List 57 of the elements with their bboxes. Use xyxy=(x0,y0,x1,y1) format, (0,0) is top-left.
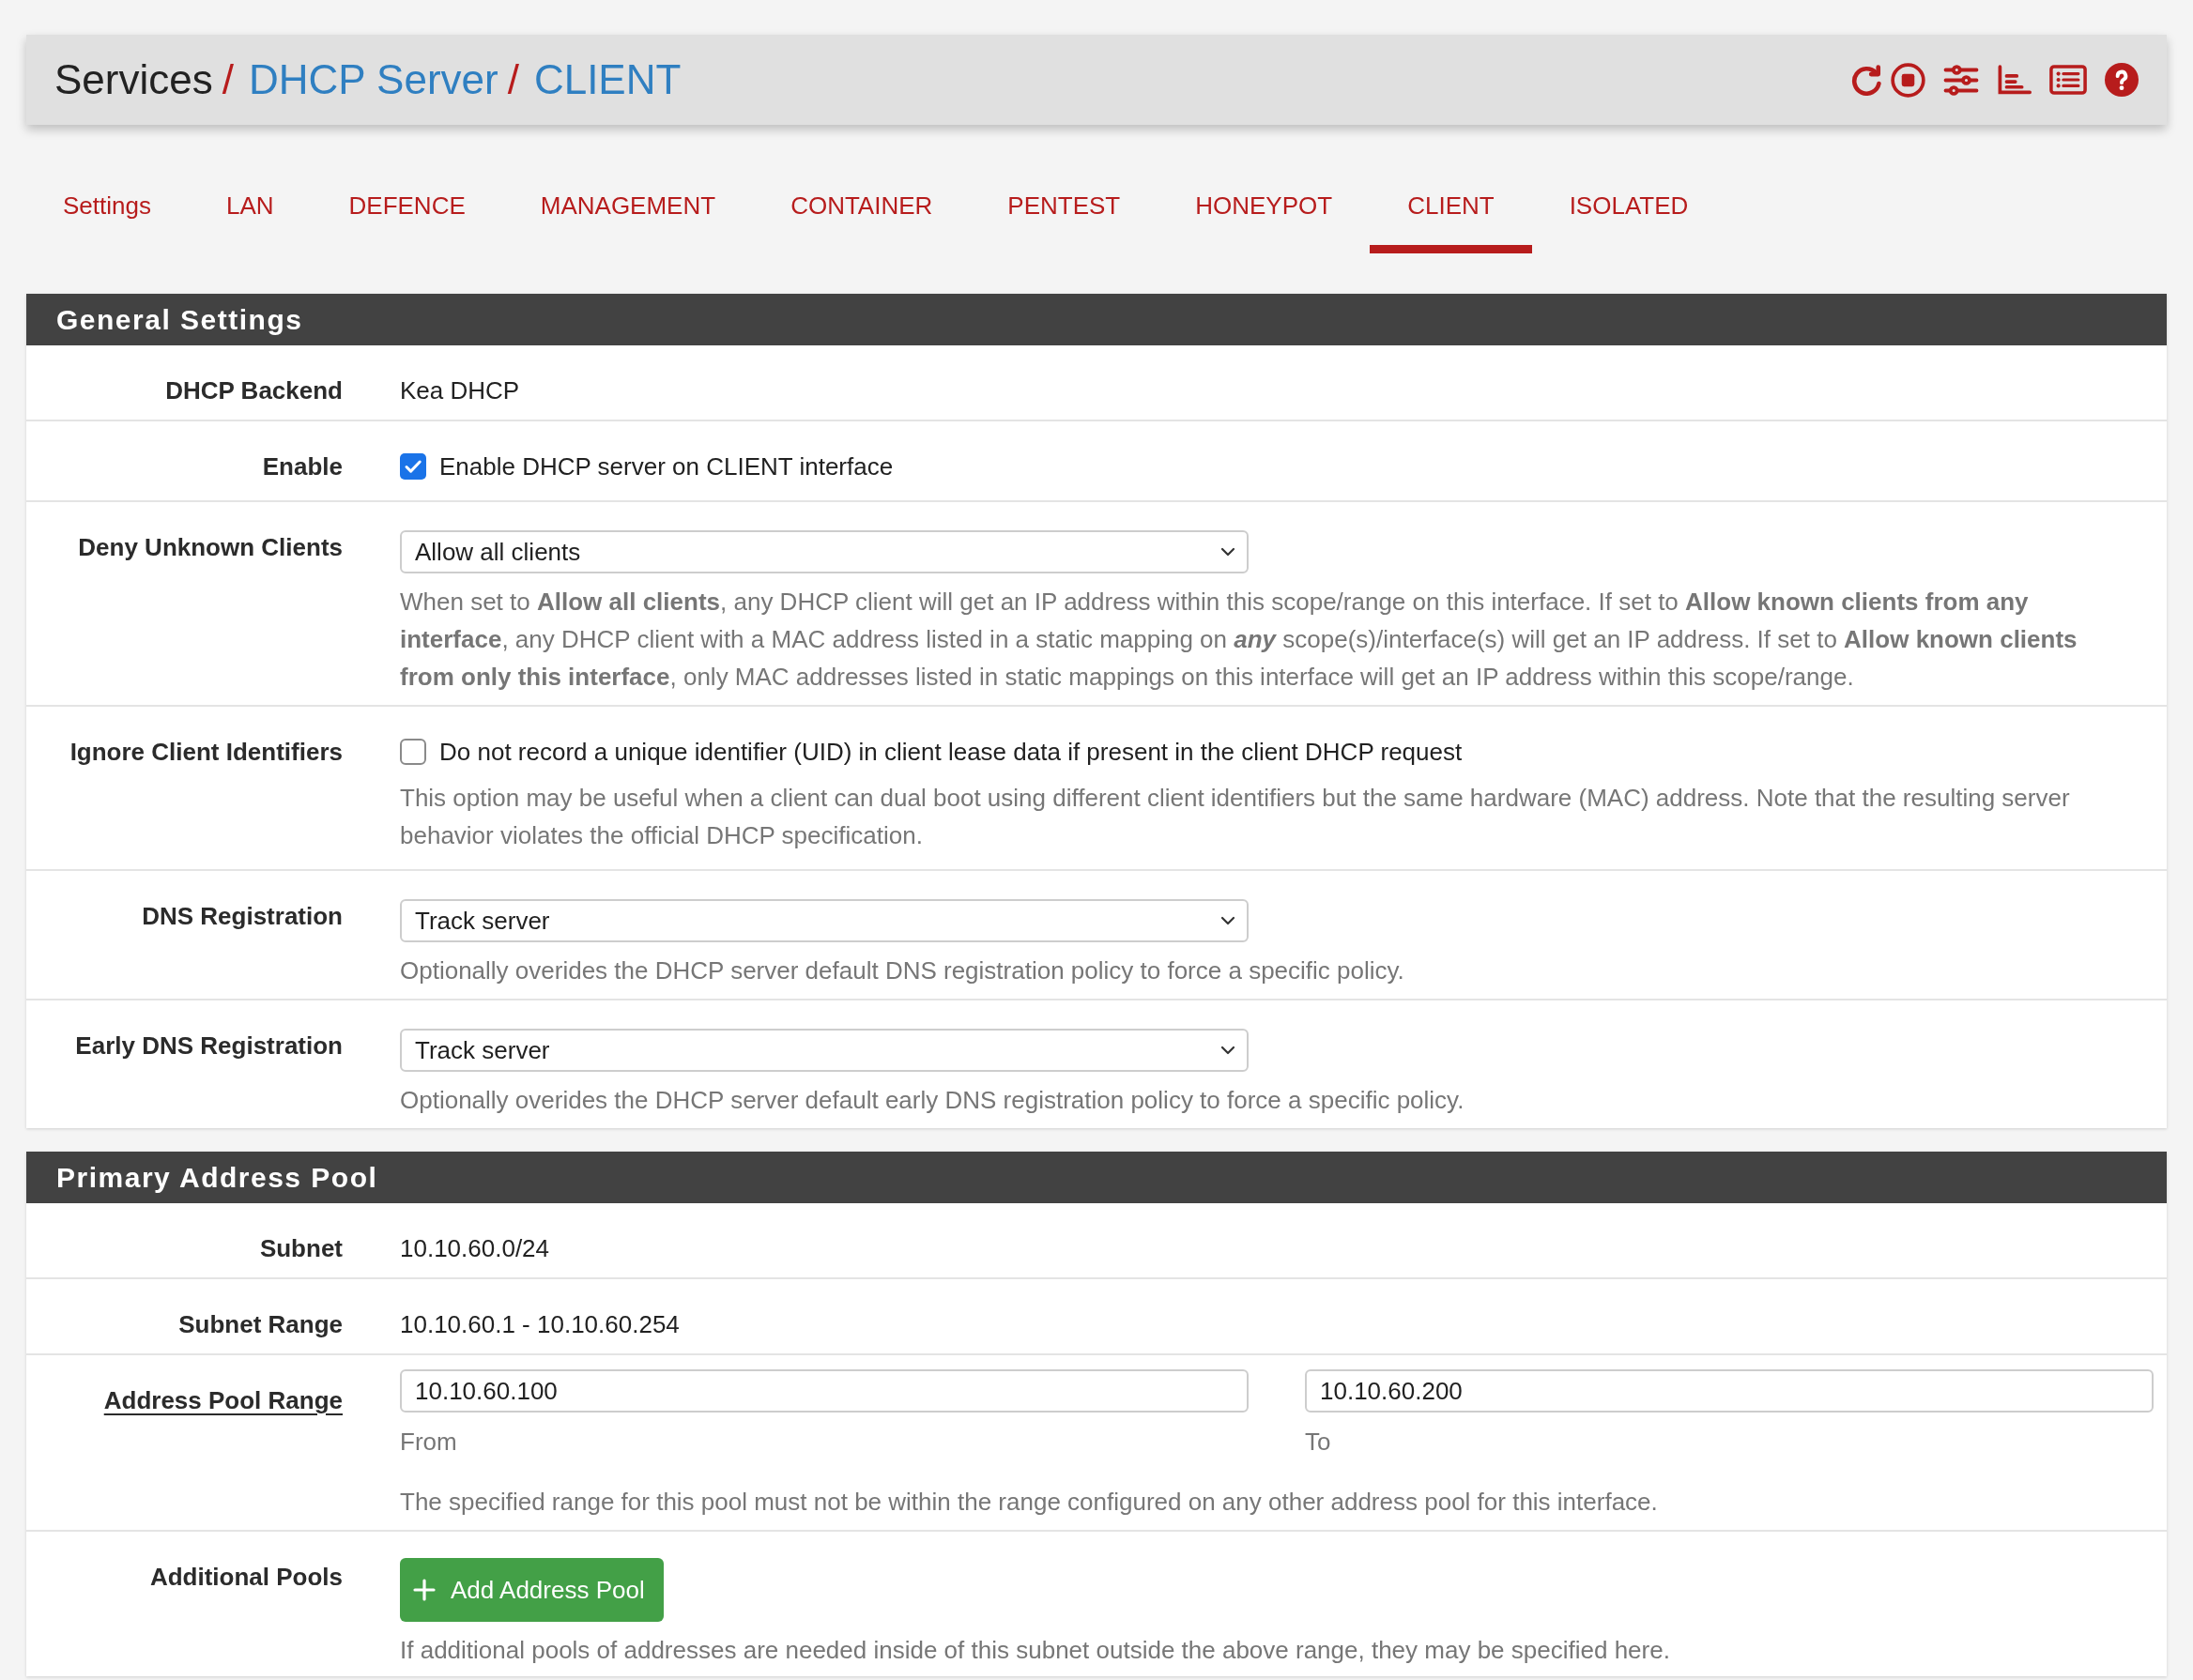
tab[interactable]: HONEYPOT xyxy=(1158,162,1371,253)
chevron-down-icon xyxy=(1220,546,1235,557)
field-label: Deny Unknown Clients xyxy=(78,533,343,561)
field-value: 10.10.60.1 - 10.10.60.254 xyxy=(400,1310,680,1338)
field-label: Subnet xyxy=(259,1234,343,1262)
tab[interactable]: LAN xyxy=(188,162,312,253)
bar-chart-icon[interactable] xyxy=(1997,64,2032,96)
field-label: Additional Pools xyxy=(149,1563,343,1591)
stop-circle-icon[interactable] xyxy=(1891,62,1925,98)
field-label: Ignore Client Identifiers xyxy=(69,738,343,766)
breadcrumb-text: Services xyxy=(54,55,213,104)
field-value: 10.10.60.0/24 xyxy=(400,1234,550,1262)
breadcrumb-separator: / xyxy=(222,55,234,104)
breadcrumb-separator: / xyxy=(507,55,519,104)
plus-icon xyxy=(413,1579,436,1601)
field-label: DHCP Backend xyxy=(165,376,343,405)
tab[interactable]: ISOLATED xyxy=(1531,162,1726,253)
help-icon[interactable] xyxy=(2105,63,2139,97)
tab[interactable]: Settings xyxy=(25,162,189,253)
field-label: DNS Registration xyxy=(142,902,343,930)
list-icon[interactable] xyxy=(2049,65,2087,95)
field-label[interactable]: Address Pool Range xyxy=(103,1386,343,1414)
field-caption: From xyxy=(400,1427,458,1458)
checkbox[interactable] xyxy=(400,739,426,765)
dropdown-select[interactable]: Track server xyxy=(400,899,1249,942)
add-button[interactable]: Add Address Pool xyxy=(400,1558,664,1622)
checkbox-label[interactable]: Enable DHCP server on CLIENT interface xyxy=(439,448,894,485)
field-label: Subnet Range xyxy=(178,1310,343,1338)
help-text: This option may be useful when a client can dual boot using different client identifiers but the same hardware (MAC) address. Note that the resulting server behavior violates the official DHCP specification. xyxy=(400,783,2071,851)
checkbox-label[interactable]: Do not record a unique identifier (UID) in client lease data if present in the client DHCP request xyxy=(439,733,1463,771)
tab[interactable]: DEFENCE xyxy=(311,162,503,253)
panel-header: Primary Address Pool xyxy=(26,1152,2167,1203)
help-text: Optionally overides the DHCP server default early DNS registration policy to force a specific policy. xyxy=(400,1085,1465,1116)
tab[interactable]: MANAGEMENT xyxy=(502,162,754,253)
tab[interactable]: CLIENT xyxy=(1370,162,1532,253)
text-input-field[interactable]: 10.10.60.200 xyxy=(1305,1369,2154,1413)
panel-header: General Settings xyxy=(26,294,2167,345)
breadcrumb-link[interactable]: CLIENT xyxy=(533,55,682,104)
refresh-icon[interactable] xyxy=(1851,64,1884,96)
dropdown-select[interactable]: Allow all clients xyxy=(400,530,1249,573)
text-input-field[interactable]: 10.10.60.100 xyxy=(400,1369,1249,1413)
sliders-icon[interactable] xyxy=(1943,64,1979,96)
breadcrumb-link[interactable]: DHCP Server xyxy=(248,55,498,104)
help-text: Optionally overides the DHCP server default DNS registration policy to force a specific policy. xyxy=(400,955,1405,986)
tab[interactable]: CONTAINER xyxy=(753,162,971,253)
field-caption: To xyxy=(1305,1427,1332,1458)
field-value: Kea DHCP xyxy=(400,376,520,405)
chevron-down-icon xyxy=(1220,915,1235,926)
checkbox[interactable] xyxy=(400,453,426,480)
chevron-down-icon xyxy=(1220,1045,1235,1056)
help-text: If additional pools of addresses are needed inside of this subnet outside the above range, they may be specified here. xyxy=(400,1635,1671,1666)
field-label: Enable xyxy=(262,452,343,481)
field-label: Early DNS Registration xyxy=(75,1031,343,1060)
tab[interactable]: PENTEST xyxy=(970,162,1158,253)
help-text: The specified range for this pool must not be within the range configured on any other address pool for this interface. xyxy=(400,1487,1659,1518)
help-text: When set to Allow all clients, any DHCP client will get an IP address within this scope/range on this interface. If set to Allow known clients from any interface, any DHCP client with a MAC address listed in a static mapping on any scope(s)/interface(s) will get an IP address. If set to Allow known clients from only this interface, only MAC addresses listed in static mappings on this interface will get an IP address within this scope/range. xyxy=(400,587,2078,693)
dropdown-select[interactable]: Track server xyxy=(400,1029,1249,1072)
